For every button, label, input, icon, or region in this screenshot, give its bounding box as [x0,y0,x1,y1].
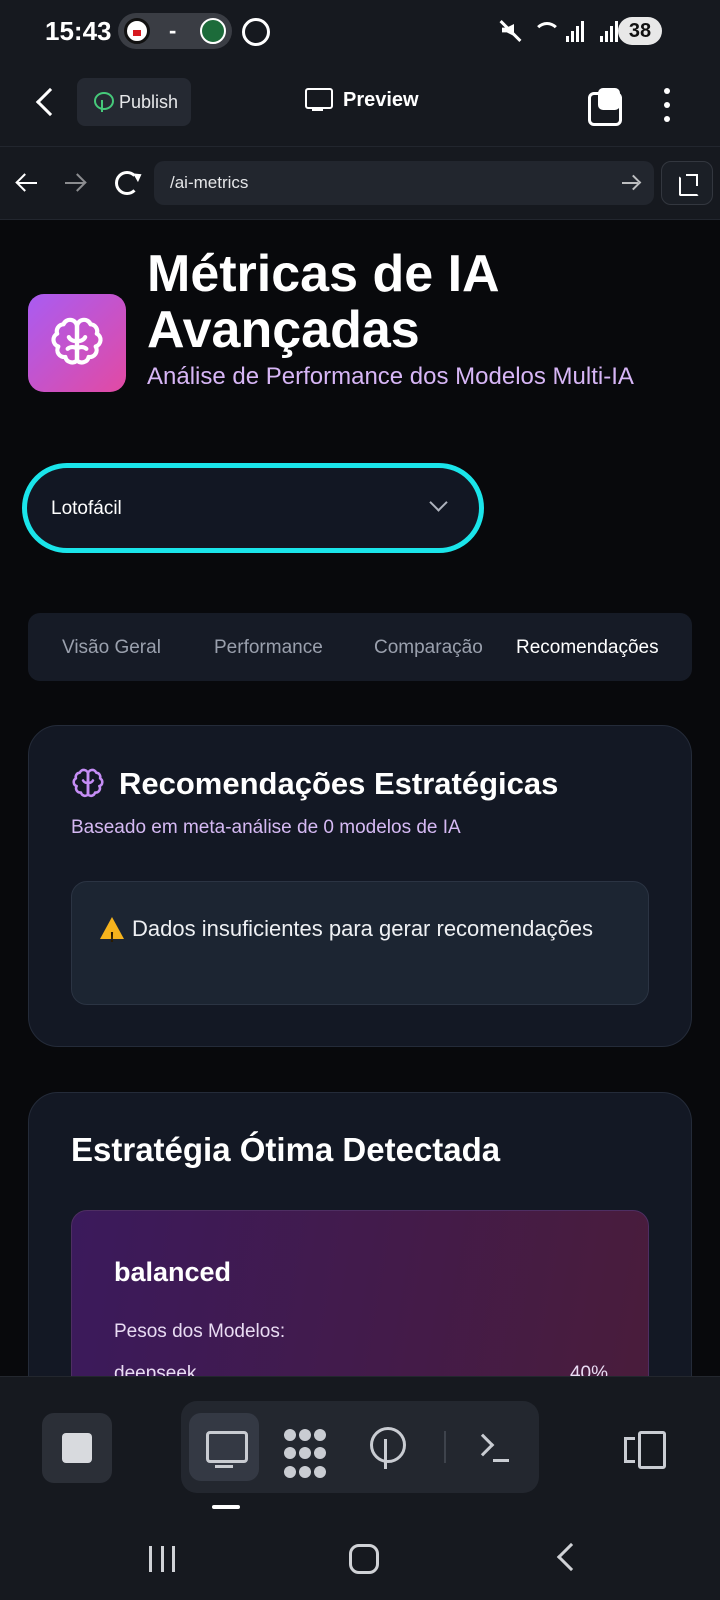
toolbar-divider [444,1431,446,1463]
panel-layout-icon[interactable] [622,1431,666,1469]
tab-recommendations[interactable]: Recomendações [516,637,659,659]
card-header: Recomendações Estratégicas [71,766,558,802]
browser-forward-icon[interactable] [64,174,86,192]
globe-deploy-icon[interactable] [351,1413,421,1481]
reload-icon[interactable] [115,171,139,195]
score-separator: - [169,18,177,43]
team-badge-icon [200,18,226,44]
tab-bar: Visão Geral Performance Comparação Recom… [28,613,692,681]
home-icon[interactable] [349,1544,379,1574]
select-value: Lotofácil [51,498,122,519]
page-content: Métricas de IA Avançadas Análise de Perf… [0,220,720,1376]
dots-grid-icon[interactable] [269,1413,339,1481]
tabs-switcher-icon[interactable] [588,88,622,126]
status-bar: 15:43 - 38 [0,0,720,66]
url-path: /ai-metrics [170,173,249,192]
monitor-icon[interactable] [189,1413,259,1481]
optimal-strategy-card: Estratégia Ótima Detectada balanced Peso… [28,1092,692,1376]
url-bar: /ai-metrics [0,146,720,220]
weights-label: Pesos dos Modelos: [114,1321,286,1342]
strategy-name: balanced [114,1257,232,1287]
whatsapp-icon [242,18,270,46]
tab-overview[interactable]: Visão Geral [62,637,161,659]
alert-message: Dados insuficientes para gerar recomenda… [100,912,620,954]
page-title: Métricas de IA Avançadas [147,245,498,359]
active-indicator [212,1505,240,1509]
weight-row: deepseek 40% [114,1363,608,1376]
go-arrow-icon[interactable] [622,174,640,192]
battery-level: 38 [618,17,662,45]
open-external-button[interactable] [661,161,713,205]
deploy-tree-icon [93,92,114,112]
system-nav-bar [0,1516,720,1600]
recommendations-card: Recomendações Estratégicas Baseado em me… [28,725,692,1047]
tab-performance[interactable]: Performance [214,637,323,659]
clock: 15:43 [45,16,112,46]
chevron-down-icon [429,493,448,512]
recommendations-title: Recomendações Estratégicas [119,766,559,801]
brain-icon [51,317,103,365]
app-header: Publish Preview [0,66,720,146]
mute-icon [498,18,522,42]
back-icon[interactable] [35,87,65,117]
weight-percent: 40% [569,1363,608,1376]
terminal-icon[interactable] [453,1413,523,1481]
bottom-toolbar [0,1376,720,1516]
system-back-icon[interactable] [556,1542,586,1572]
recent-apps-icon[interactable] [149,1546,175,1572]
preview-label: Preview [343,88,419,111]
publish-label: Publish [119,91,179,112]
wifi-icon [532,18,561,42]
strategy-panel: balanced Pesos dos Modelos: deepseek 40% [71,1210,649,1376]
team-badge-icon [124,18,150,44]
tab-comparison[interactable]: Comparação [374,637,483,659]
url-input[interactable]: /ai-metrics [154,161,654,205]
browser-back-icon[interactable] [16,174,38,192]
status-icons [498,18,624,42]
brain-logo-tile [28,294,126,392]
signal-icon [566,18,590,42]
stop-button[interactable] [42,1413,112,1483]
more-options-icon[interactable] [664,88,670,122]
insufficient-data-alert: Dados insuficientes para gerar recomenda… [71,881,649,1005]
tool-switcher [181,1401,539,1493]
warning-icon [100,917,124,954]
preview-tab[interactable]: Preview [305,88,419,112]
brain-icon [72,768,104,798]
lottery-select[interactable]: Lotofácil [22,463,484,553]
page-subtitle: Análise de Performance dos Modelos Multi… [147,363,634,390]
live-score-pill[interactable]: - [118,13,232,49]
publish-button[interactable]: Publish [77,78,191,126]
strategy-card-title: Estratégia Ótima Detectada [71,1131,501,1168]
recommendations-subtitle: Baseado em meta-análise de 0 modelos de … [71,817,461,838]
weight-model: deepseek [114,1363,197,1376]
monitor-icon [305,88,333,112]
alert-text: Dados insuficientes para gerar recomenda… [132,916,594,941]
